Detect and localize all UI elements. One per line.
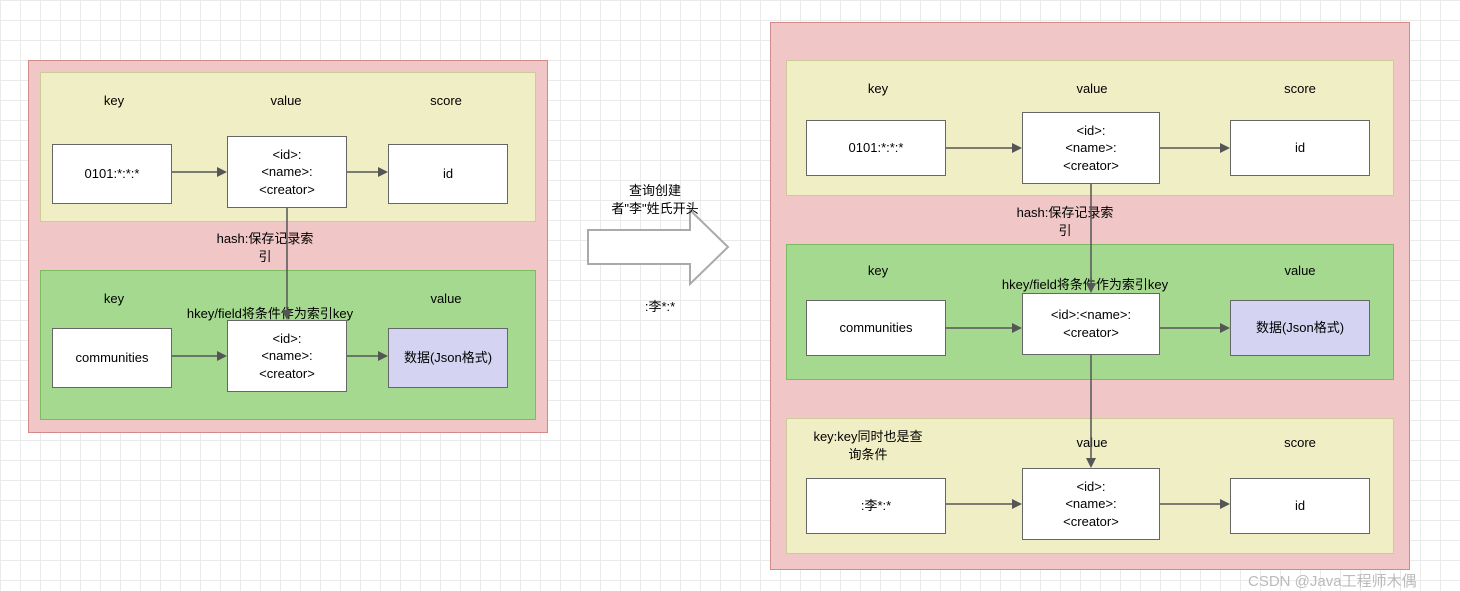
right-bottom-key-text: :李*:* [861, 497, 891, 515]
right-middle-data-box: 数据(Json格式) [1230, 300, 1370, 356]
left-top-key-box: 0101:*:*:* [52, 144, 172, 204]
right-middle-key-header: key [838, 262, 918, 280]
left-bottom-value-box: <id>: <name>: <creator> [227, 320, 347, 392]
right-bottom-key-header: key:key同时也是查 询条件 [798, 428, 938, 463]
right-top-key-text: 0101:*:*:* [849, 139, 904, 157]
right-bottom-score-header: score [1260, 434, 1340, 452]
right-top-value-box: <id>: <name>: <creator> [1022, 112, 1160, 184]
left-bottom-key-box: communities [52, 328, 172, 388]
right-top-value-text: <id>: <name>: <creator> [1063, 122, 1119, 175]
left-mid-label: hash:保存记录索 引 [200, 230, 330, 265]
right-bottom-key-box: :李*:* [806, 478, 946, 534]
right-top-score-header: score [1260, 80, 1340, 98]
left-top-score-text: id [443, 165, 453, 183]
right-top-value-header: value [1052, 80, 1132, 98]
left-bottom-data-text: 数据(Json格式) [404, 349, 492, 367]
watermark: CSDN @Java工程师木偶 [1248, 570, 1417, 591]
left-bottom-key-header: key [84, 290, 144, 308]
right-mid-label-1: hash:保存记录索 引 [1000, 204, 1130, 239]
left-bottom-data-box: 数据(Json格式) [388, 328, 508, 388]
right-middle-key-box: communities [806, 300, 946, 356]
right-middle-data-text: 数据(Json格式) [1256, 319, 1344, 337]
left-bottom-value-text: <id>: <name>: <creator> [259, 330, 315, 383]
right-bottom-value-box: <id>: <name>: <creator> [1022, 468, 1160, 540]
left-top-value-header: value [256, 92, 316, 110]
left-top-key-header: key [84, 92, 144, 110]
right-top-score-text: id [1295, 139, 1305, 157]
left-bottom-value-header: value [416, 290, 476, 308]
right-bottom-value-header: value [1052, 434, 1132, 452]
left-top-score-box: id [388, 144, 508, 204]
left-top-value-box: <id>: <name>: <creator> [227, 136, 347, 208]
center-label-2: :李*:* [630, 298, 690, 316]
right-middle-value-box: <id>:<name>: <creator> [1022, 293, 1160, 355]
left-top-key-text: 0101:*:*:* [85, 165, 140, 183]
left-top-value-text: <id>: <name>: <creator> [259, 146, 315, 199]
right-middle-value-text: <id>:<name>: <creator> [1051, 306, 1131, 341]
left-top-score-header: score [416, 92, 476, 110]
right-bottom-score-text: id [1295, 497, 1305, 515]
right-bottom-score-box: id [1230, 478, 1370, 534]
center-label-1: 查询创建 者"李"姓氏开头 [600, 182, 710, 217]
right-middle-key-text: communities [840, 319, 913, 337]
right-top-key-header: key [838, 80, 918, 98]
left-bottom-key-text: communities [76, 349, 149, 367]
right-middle-value-header: value [1260, 262, 1340, 280]
right-middle-mid-header: hkey/field将条件作为索引key [970, 276, 1200, 294]
right-top-key-box: 0101:*:*:* [806, 120, 946, 176]
right-bottom-value-text: <id>: <name>: <creator> [1063, 478, 1119, 531]
right-top-score-box: id [1230, 120, 1370, 176]
